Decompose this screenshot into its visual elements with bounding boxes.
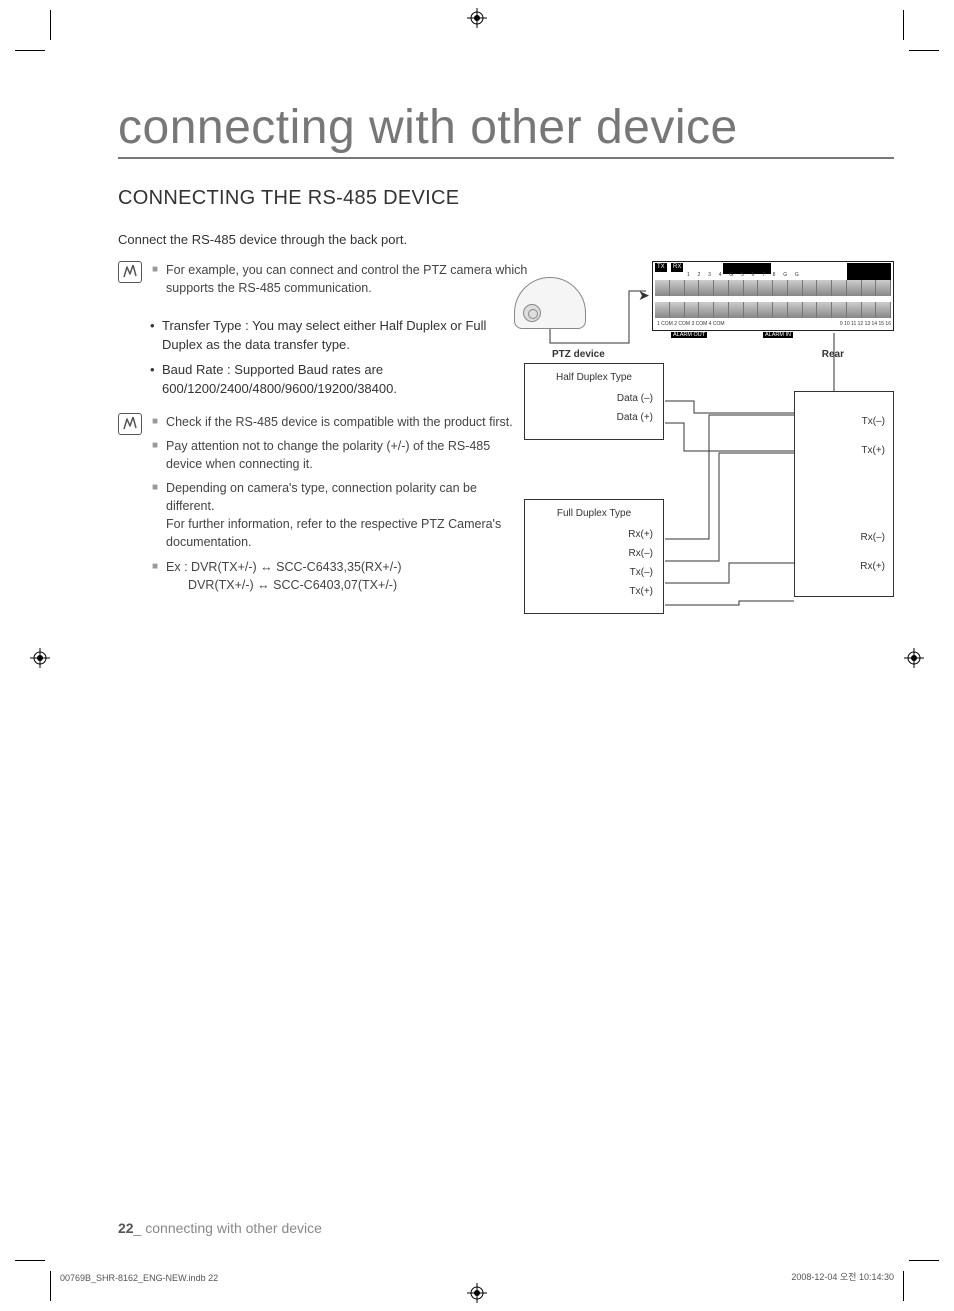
signal-label: Rx(–) (803, 532, 885, 543)
note-text: Ex : DVR(TX+/-) ↔ SCC-C6433,35(RX+/-) (166, 560, 401, 574)
registration-mark-icon (467, 1283, 487, 1303)
terminal-alarm-in-label: ALARM IN (763, 332, 793, 338)
signal-label: Data (+) (535, 412, 653, 423)
registration-mark-icon (30, 648, 50, 668)
note-text: Pay attention not to change the polarity… (166, 437, 528, 473)
note-text: For further information, refer to the re… (166, 517, 501, 549)
square-bullet-icon: ■ (152, 437, 158, 473)
crop-mark (909, 50, 939, 51)
print-timestamp: 2008-12-04 오전 10:14:30 (791, 1270, 894, 1283)
signal-label: Tx(+) (535, 586, 653, 597)
square-bullet-icon: ■ (152, 261, 158, 297)
rear-terminal-block: TX RX ALARM IN ALARM RESET 1 2 3 4 G 5 6… (652, 261, 894, 331)
note-icon (118, 261, 142, 283)
signal-label: Tx(+) (803, 445, 885, 456)
bullet-baud-rate: Baud Rate : Supported Baud rates are 600… (150, 361, 528, 399)
signal-label: Rx(–) (535, 548, 653, 559)
note-icon (118, 413, 142, 435)
terminal-alarm-out-label: ALARM OUT (671, 332, 707, 338)
crop-mark (50, 10, 51, 40)
terminal-numbers: 1 COM 2 COM 3 COM 4 COM (657, 321, 725, 327)
signal-label: Rx(+) (535, 529, 653, 540)
rear-signals-box: Tx(–) Tx(+) Rx(–) Rx(+) (794, 391, 894, 597)
signal-label: Tx(–) (535, 567, 653, 578)
square-bullet-icon: ■ (152, 558, 158, 594)
box-title: Full Duplex Type (535, 508, 653, 519)
registration-mark-icon (467, 8, 487, 28)
square-bullet-icon: ■ (152, 479, 158, 552)
terminal-rx-label: RX (671, 263, 683, 272)
crop-mark (15, 50, 45, 51)
crop-mark (50, 1271, 51, 1301)
registration-mark-icon (904, 648, 924, 668)
page-footer: 22_ connecting with other device (118, 1220, 322, 1236)
note-text: DVR(TX+/-) ↔ SCC-C6403,07(TX+/-) (188, 578, 397, 592)
footer-label: _ connecting with other device (134, 1220, 322, 1236)
arrow-icon: ➤ (638, 287, 650, 304)
terminal-numbers: 1 2 3 4 G 5 6 7 8 G G (687, 272, 802, 278)
signal-label: Tx(–) (803, 416, 885, 427)
square-bullet-icon: ■ (152, 413, 158, 431)
note-text: Depending on camera's type, connection p… (166, 481, 477, 513)
note-text: Check if the RS-485 device is compatible… (166, 413, 513, 431)
crop-mark (903, 10, 904, 40)
crop-mark (15, 1260, 45, 1261)
rear-label: Rear (822, 349, 844, 360)
full-duplex-box: Full Duplex Type Rx(+) Rx(–) Tx(–) Tx(+) (524, 499, 664, 614)
signal-label: Data (–) (535, 393, 653, 404)
connection-diagram: TX RX ALARM IN ALARM RESET 1 2 3 4 G 5 6… (534, 261, 894, 661)
box-title: Half Duplex Type (535, 372, 653, 383)
print-filename: 00769B_SHR-8162_ENG-NEW.indb 22 (60, 1273, 218, 1283)
bullet-transfer-type: Transfer Type : You may select either Ha… (150, 317, 528, 355)
ptz-device-label: PTZ device (552, 349, 605, 360)
page-title: connecting with other device (118, 100, 894, 159)
section-heading: CONNECTING THE RS-485 DEVICE (118, 187, 894, 210)
half-duplex-box: Half Duplex Type Data (–) Data (+) (524, 363, 664, 440)
intro-text: Connect the RS-485 device through the ba… (118, 232, 894, 247)
note-text: For example, you can connect and control… (166, 261, 528, 297)
terminal-numbers: 9 10 11 12 13 14 15 16 (840, 321, 891, 327)
crop-mark (909, 1260, 939, 1261)
crop-mark (903, 1271, 904, 1301)
terminal-tx-label: TX (655, 263, 667, 272)
page-number: 22 (118, 1220, 134, 1236)
signal-label: Rx(+) (803, 561, 885, 572)
